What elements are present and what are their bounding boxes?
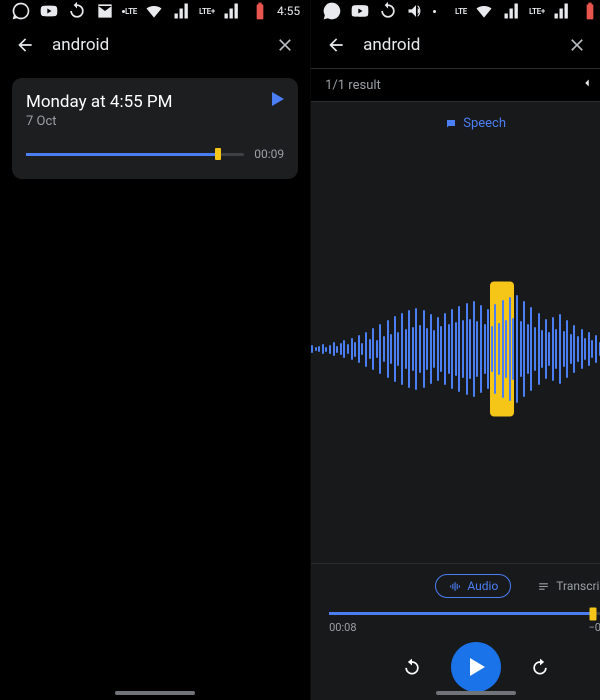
- audio-tab-label: Audio: [467, 579, 498, 593]
- dot-icon: [433, 10, 436, 13]
- speech-tag-label: Speech: [463, 116, 506, 131]
- gmail-icon: [94, 0, 116, 22]
- transcript-tab-label: Transcript: [556, 579, 600, 593]
- status-bar: LTE LTE+ 4:55: [311, 0, 600, 22]
- signal-icon: [501, 0, 523, 22]
- signal-icon: [171, 0, 193, 22]
- result-counter: 1/1 result: [325, 78, 381, 93]
- player-progress[interactable]: [329, 612, 600, 615]
- result-counter-bar: 1/1 result: [311, 68, 600, 102]
- wifi-icon: [473, 0, 495, 22]
- search-query-text[interactable]: android: [363, 35, 550, 55]
- lte-indicator: LTE: [455, 7, 467, 16]
- recording-progress[interactable]: [26, 153, 244, 156]
- transcript-tab[interactable]: Transcript: [525, 574, 600, 598]
- search-toolbar: android: [311, 22, 600, 68]
- back-icon[interactable]: [14, 34, 36, 56]
- time-remaining: −00:01: [588, 621, 600, 634]
- battery-icon: [249, 0, 271, 22]
- wifi-icon: [143, 0, 165, 22]
- sync-icon: [377, 0, 399, 22]
- waveform[interactable]: [311, 135, 600, 563]
- search-query-text[interactable]: android: [52, 35, 258, 55]
- back-icon[interactable]: [325, 34, 347, 56]
- youtube-icon: [349, 0, 371, 22]
- player-controls: 00:08 −00:01: [311, 608, 600, 700]
- audio-bars-icon: [448, 580, 461, 593]
- speech-bubble-icon: [445, 118, 457, 130]
- recording-title: Monday at 4:55 PM: [26, 92, 284, 112]
- lte-indicator-2: LTE+: [529, 7, 545, 16]
- play-button[interactable]: [451, 642, 501, 692]
- audio-tab[interactable]: Audio: [435, 574, 511, 598]
- pane-search-results: LTE LTE+ 4:55 android Monday at 4:55 PM …: [0, 0, 310, 700]
- recording-duration: 00:09: [254, 147, 284, 161]
- home-indicator[interactable]: [436, 691, 516, 695]
- prev-result-icon[interactable]: [574, 76, 600, 94]
- recording-card[interactable]: Monday at 4:55 PM 7 Oct 00:09: [12, 78, 298, 179]
- lte-indicator-2: LTE+: [199, 7, 215, 16]
- forward-icon[interactable]: [529, 656, 551, 678]
- close-icon[interactable]: [566, 34, 588, 56]
- transcript-icon: [537, 580, 550, 593]
- status-clock: 4:55: [277, 4, 300, 18]
- home-indicator[interactable]: [115, 691, 195, 695]
- view-tabs: Audio Transcript: [311, 563, 600, 608]
- whatsapp-icon: [10, 0, 32, 22]
- close-icon[interactable]: [274, 34, 296, 56]
- rewind-icon[interactable]: [401, 656, 423, 678]
- pane-player: LTE LTE+ 4:55 android 1/1 result Speech: [310, 0, 600, 700]
- sync-icon: [66, 0, 88, 22]
- recording-subtitle: 7 Oct: [26, 114, 284, 129]
- signal-icon-2: [551, 0, 573, 22]
- speech-tag[interactable]: Speech: [445, 116, 506, 131]
- play-icon: [470, 658, 485, 676]
- time-elapsed: 00:08: [329, 621, 356, 634]
- whatsapp-icon: [321, 0, 343, 22]
- youtube-icon: [38, 0, 60, 22]
- battery-icon: [579, 0, 600, 22]
- signal-icon-2: [221, 0, 243, 22]
- volume-icon: [405, 0, 427, 22]
- status-bar: LTE LTE+ 4:55: [0, 0, 310, 22]
- lte-indicator: LTE: [125, 7, 137, 16]
- search-toolbar: android: [0, 22, 310, 68]
- play-icon[interactable]: [272, 92, 284, 106]
